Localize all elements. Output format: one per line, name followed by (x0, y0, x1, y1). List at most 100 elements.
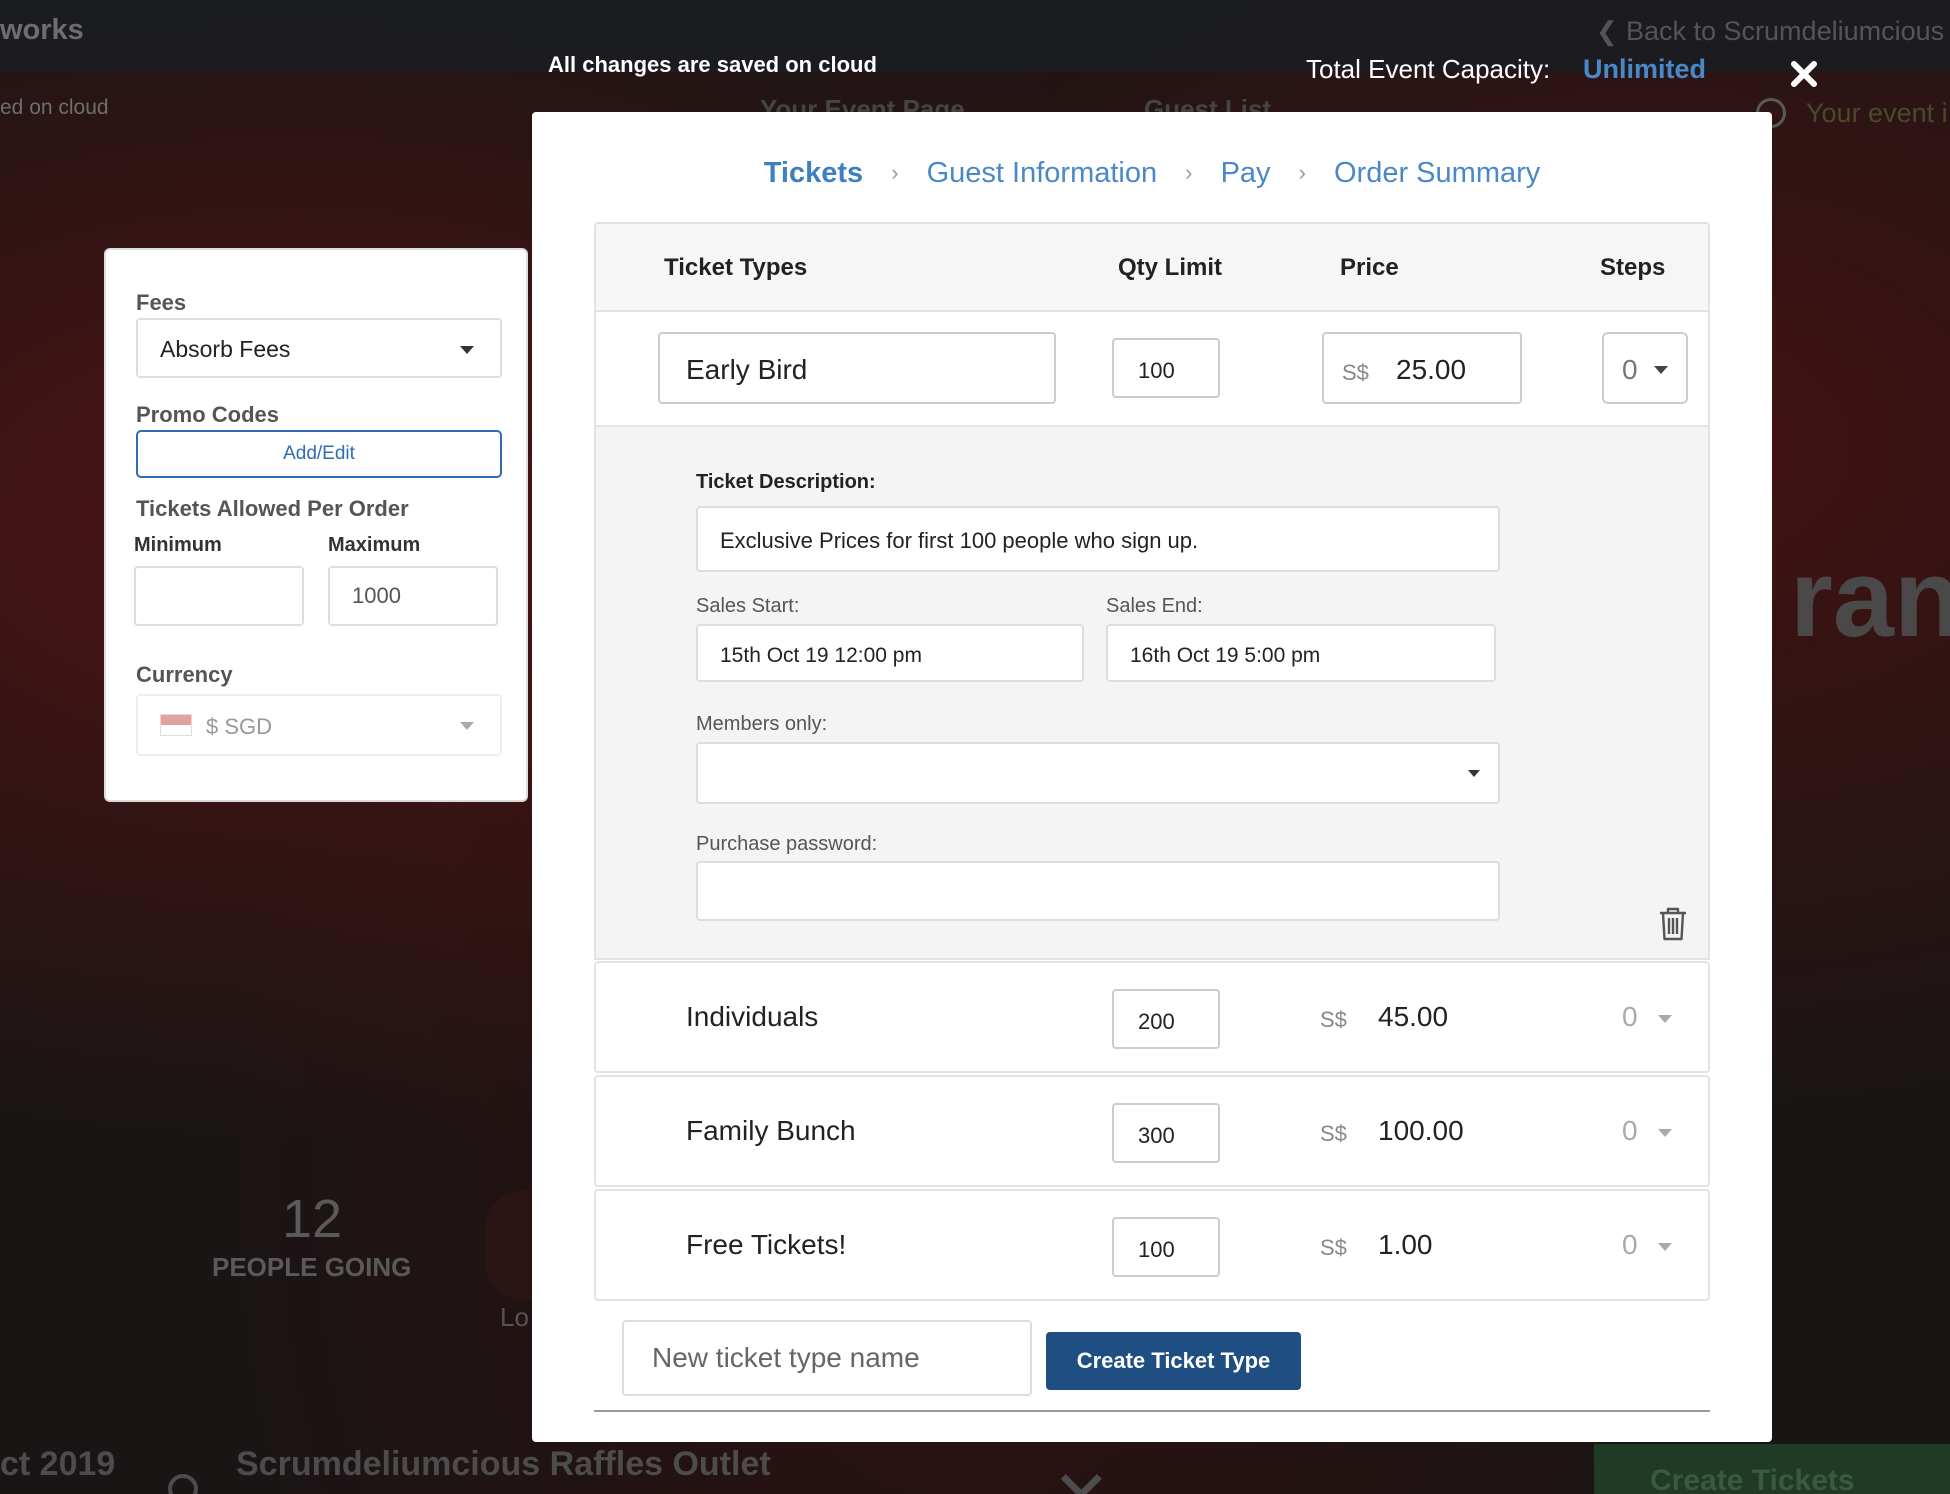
saved-status: All changes are saved on cloud (548, 52, 877, 77)
sales-end-value: 16th Oct 19 5:00 pm (1130, 644, 1321, 667)
background-going-label: PEOPLE GOING (212, 1252, 412, 1282)
background-avatar-label: Lo (500, 1302, 529, 1332)
col-ticket-types: Ticket Types (664, 254, 808, 281)
singapore-flag-icon (160, 714, 192, 736)
sales-start-value: 15th Oct 19 12:00 pm (720, 644, 922, 667)
ticket-description-input[interactable]: Exclusive Prices for first 100 people wh… (696, 506, 1500, 572)
ticket-name-input[interactable]: Early Bird (658, 332, 1056, 404)
ticket-name: Free Tickets! (686, 1229, 847, 1260)
qty-limit-input[interactable]: 100 (1112, 338, 1220, 398)
steps-value[interactable]: 0 (1622, 1115, 1638, 1147)
currency-prefix: S$ (1320, 1121, 1347, 1146)
chevron-down-icon[interactable] (1658, 1129, 1672, 1137)
ticket-description-label: Ticket Description: (696, 471, 876, 493)
purchase-password-label: Purchase password: (696, 833, 878, 855)
create-ticket-type-button[interactable]: Create Ticket Type (1046, 1332, 1301, 1390)
trash-icon[interactable] (1658, 907, 1688, 941)
ticket-row[interactable]: Individuals 200 S$ 45.00 0 (594, 961, 1710, 1073)
ticket-name-value: Early Bird (686, 354, 808, 385)
capacity-value[interactable]: Unlimited (1583, 54, 1706, 85)
close-icon[interactable] (1788, 58, 1820, 90)
sales-end-label: Sales End: (1106, 595, 1203, 617)
ticket-table-header: Ticket Types Qty Limit Price Steps (594, 222, 1710, 312)
background-back-link: Back to Scrumdeliumcious (1626, 16, 1945, 46)
ticket-row-expanded: Early Bird 100 S$ 25.00 0 Ticket Descrip… (594, 312, 1710, 960)
step-order-summary[interactable]: Order Summary (1334, 157, 1540, 190)
currency-value: $ SGD (206, 714, 273, 739)
ticket-settings-panel: Fees Absorb Fees Promo Codes Add/Edit Ti… (106, 250, 526, 800)
steps-select[interactable]: 0 (1602, 332, 1688, 404)
trash-icon-svg (1660, 907, 1686, 941)
background-hero-text: ranc (1790, 537, 1950, 660)
qty-limit-value: 100 (1138, 358, 1175, 383)
col-steps: Steps (1600, 254, 1666, 281)
promo-codes-label: Promo Codes (136, 402, 280, 427)
sales-start-input[interactable]: 15th Oct 19 12:00 pm (696, 624, 1084, 682)
qty-limit-input[interactable]: 300 (1112, 1103, 1220, 1163)
step-separator: › (1298, 160, 1306, 186)
ticket-name: Individuals (686, 1001, 819, 1032)
chevron-down-icon[interactable] (1658, 1015, 1672, 1023)
background-location-pin-icon (168, 1474, 198, 1494)
steps-value[interactable]: 0 (1622, 1001, 1638, 1033)
background-close-icon: ✕ (1052, 1455, 1111, 1494)
chevron-down-icon[interactable] (1658, 1243, 1672, 1251)
chevron-down-icon (460, 346, 474, 354)
maximum-input[interactable] (328, 566, 498, 626)
members-only-label: Members only: (696, 713, 828, 735)
step-tickets[interactable]: Tickets (764, 157, 863, 190)
fees-value: Absorb Fees (160, 336, 291, 362)
capacity-label: Total Event Capacity: (1306, 54, 1551, 84)
sales-end-input[interactable]: 16th Oct 19 5:00 pm (1106, 624, 1496, 682)
chevron-down-icon (1468, 770, 1480, 777)
price-value: 100.00 (1378, 1115, 1464, 1146)
steps-value[interactable]: 0 (1622, 1229, 1638, 1261)
qty-limit-input[interactable]: 200 (1112, 989, 1220, 1049)
steps-value: 0 (1622, 354, 1638, 385)
step-separator: › (1185, 160, 1193, 186)
fees-label: Fees (136, 290, 187, 315)
fees-select[interactable]: Absorb Fees (136, 318, 502, 378)
chevron-down-icon (1654, 366, 1668, 374)
maximum-label: Maximum (328, 534, 421, 556)
tickets-modal: Tickets › Guest Information › Pay › Orde… (532, 112, 1772, 1442)
background-brand-fragment: works (0, 14, 84, 46)
currency-prefix: S$ (1342, 360, 1369, 385)
close-icon-svg (1791, 61, 1817, 87)
background-create-tickets-label: Create Tickets (1650, 1464, 1855, 1494)
background-venue: Scrumdeliumcious Raffles Outlet (236, 1445, 771, 1483)
step-pay[interactable]: Pay (1221, 157, 1271, 190)
qty-limit-input[interactable]: 100 (1112, 1217, 1220, 1277)
ticket-details-panel: Ticket Description: Exclusive Prices for… (596, 427, 1708, 958)
price-value: 25.00 (1396, 354, 1467, 385)
currency-select[interactable]: $ SGD (136, 694, 502, 756)
minimum-input[interactable] (134, 566, 304, 626)
currency-prefix: S$ (1320, 1235, 1347, 1260)
background-saved-fragment: ed on cloud (0, 96, 109, 119)
ticket-description-value: Exclusive Prices for first 100 people wh… (720, 528, 1199, 553)
col-price: Price (1340, 254, 1399, 281)
background-create-tickets-button: Create Tickets (1594, 1444, 1950, 1494)
checkout-steps-breadcrumb: Tickets › Guest Information › Pay › Orde… (532, 156, 1772, 190)
new-ticket-name-input[interactable] (622, 1320, 1032, 1396)
step-guest-information[interactable]: Guest Information (927, 157, 1158, 190)
currency-prefix: S$ (1320, 1007, 1347, 1032)
purchase-password-input[interactable] (696, 861, 1500, 921)
qty-limit-value: 300 (1138, 1123, 1175, 1148)
ticket-row-summary: Early Bird 100 S$ 25.00 0 (596, 312, 1708, 427)
ticket-row[interactable]: Free Tickets! 100 S$ 1.00 0 (594, 1189, 1710, 1301)
ticket-row[interactable]: Family Bunch 300 S$ 100.00 0 (594, 1075, 1710, 1187)
members-only-select[interactable] (696, 742, 1500, 804)
background-back-chevron-icon: ❮ (1596, 16, 1618, 46)
step-separator: › (891, 160, 899, 186)
minimum-label: Minimum (134, 534, 222, 556)
background-event-status: Your event i (1806, 98, 1948, 128)
qty-limit-value: 200 (1138, 1009, 1175, 1034)
price-value: 1.00 (1378, 1229, 1433, 1260)
background-going-count: 12 (282, 1189, 343, 1249)
promo-add-edit-button[interactable]: Add/Edit (136, 430, 502, 478)
price-input[interactable]: S$ 25.00 (1322, 332, 1522, 404)
background-date: ct 2019 (0, 1445, 116, 1483)
qty-limit-value: 100 (1138, 1237, 1175, 1262)
sales-start-label: Sales Start: (696, 595, 800, 617)
